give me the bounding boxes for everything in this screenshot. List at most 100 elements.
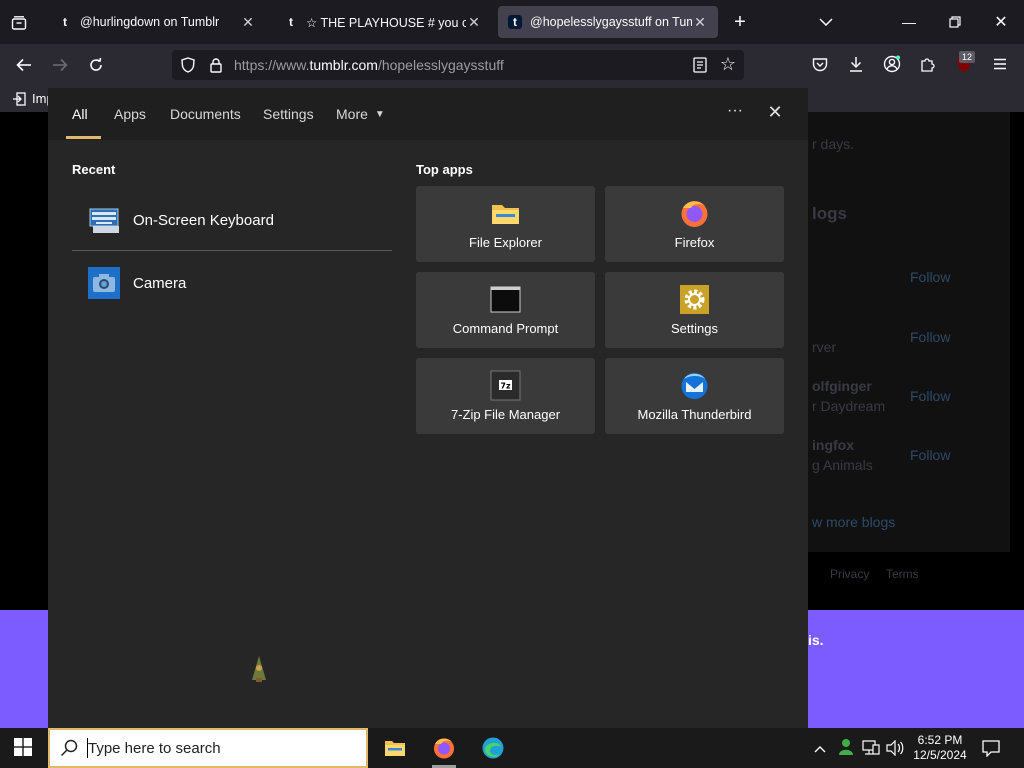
app-tile-thunderbird[interactable]: Mozilla Thunderbird bbox=[605, 358, 784, 434]
app-tile-label: Mozilla Thunderbird bbox=[637, 407, 752, 422]
close-tab-icon[interactable]: ✕ bbox=[240, 14, 256, 31]
camera-icon bbox=[88, 267, 120, 299]
browser-tab-active[interactable]: t @hopelesslygaysstuff on Tumbl ✕ bbox=[498, 6, 718, 38]
extension-badge: 12 bbox=[959, 51, 976, 63]
folder-icon bbox=[492, 205, 519, 224]
reader-view-icon[interactable] bbox=[690, 55, 710, 75]
back-icon[interactable] bbox=[12, 53, 36, 77]
new-tab-icon[interactable]: + bbox=[728, 10, 752, 34]
recent-item-label: Camera bbox=[133, 274, 187, 292]
thunderbird-icon bbox=[681, 373, 708, 399]
divider bbox=[72, 250, 392, 251]
app-tile-settings[interactable]: Settings bbox=[605, 272, 784, 348]
page-text-fragment: r Daydream bbox=[812, 398, 886, 414]
notifications-icon[interactable] bbox=[982, 739, 1000, 760]
downloads-icon[interactable] bbox=[846, 54, 866, 74]
browser-tab[interactable]: t @hurlingdown on Tumblr ✕ bbox=[48, 6, 266, 38]
gear-icon bbox=[680, 285, 709, 314]
lock-icon[interactable] bbox=[206, 55, 226, 75]
app-tile-label: File Explorer bbox=[469, 235, 542, 250]
tab-title: @hurlingdown on Tumblr bbox=[80, 15, 220, 29]
page-follow-link[interactable]: Follow bbox=[910, 269, 950, 285]
clock-date: 12/5/2024 bbox=[913, 748, 967, 762]
tab-overview-icon[interactable] bbox=[8, 12, 30, 34]
bookmark-star-icon[interactable]: ☆ bbox=[718, 54, 738, 74]
page-footer-link[interactable]: Privacy bbox=[830, 567, 869, 581]
taskbar-edge-icon[interactable] bbox=[481, 736, 505, 765]
page-text-fragment: olfginger bbox=[812, 378, 872, 394]
more-options-icon[interactable]: ··· bbox=[724, 102, 746, 120]
recent-item-camera[interactable]: Camera bbox=[72, 259, 392, 307]
page-follow-link[interactable]: Follow bbox=[910, 388, 950, 404]
top-apps-heading: Top apps bbox=[416, 162, 473, 177]
tab-more[interactable]: More ▼ bbox=[336, 106, 385, 122]
chevron-up-icon[interactable] bbox=[814, 740, 826, 756]
search-menu-tabbar bbox=[48, 88, 808, 140]
tumblr-favicon-icon: t bbox=[289, 15, 293, 29]
page-follow-link[interactable]: Follow bbox=[910, 329, 950, 345]
page-text-fragment: logs bbox=[812, 204, 847, 223]
volume-icon[interactable] bbox=[886, 739, 904, 759]
page-text-fragment: ingfox bbox=[812, 437, 854, 453]
app-tile-file-explorer[interactable]: File Explorer bbox=[416, 186, 595, 262]
tracking-shield-icon[interactable] bbox=[178, 55, 198, 75]
page-sidebar-panel bbox=[780, 112, 1010, 552]
page-show-more-link[interactable]: w more blogs bbox=[812, 514, 895, 530]
terminal-icon bbox=[490, 286, 521, 313]
taskbar-firefox-icon[interactable] bbox=[432, 736, 456, 765]
banner-text-fragment: is. bbox=[808, 632, 824, 648]
close-tab-icon[interactable]: ✕ bbox=[466, 14, 482, 31]
tumblr-favicon-icon: t bbox=[508, 15, 522, 29]
page-text-fragment: g Animals bbox=[812, 457, 873, 473]
firefox-icon bbox=[681, 201, 708, 227]
tab-all[interactable]: All bbox=[72, 106, 88, 122]
tumblr-favicon-icon: t bbox=[63, 15, 67, 29]
page-footer-link[interactable]: Terms bbox=[886, 567, 919, 581]
pocket-icon[interactable] bbox=[810, 54, 830, 74]
svg-text:7z: 7z bbox=[500, 382, 511, 391]
clock-time: 6:52 PM bbox=[917, 733, 963, 747]
tab-documents[interactable]: Documents bbox=[170, 106, 241, 122]
restore-icon[interactable] bbox=[944, 10, 966, 34]
search-icon bbox=[60, 739, 78, 757]
tab-title: @hopelesslygaysstuff on Tumbl bbox=[530, 15, 692, 29]
reload-icon[interactable] bbox=[84, 53, 108, 77]
close-window-icon[interactable]: ✕ bbox=[990, 10, 1012, 34]
page-text-fragment: r days. bbox=[812, 136, 855, 152]
browser-tab[interactable]: t ☆ THE PLAYHOUSE # you can f ✕ bbox=[274, 6, 492, 38]
windows-start-icon[interactable] bbox=[14, 738, 32, 761]
network-icon[interactable] bbox=[862, 740, 880, 759]
import-icon bbox=[13, 91, 26, 106]
taskbar-search-box[interactable]: Type here to search bbox=[48, 728, 368, 768]
search-input[interactable]: Type here to search bbox=[88, 740, 221, 757]
app-tile-command-prompt[interactable]: Command Prompt bbox=[416, 272, 595, 348]
app-tile-7-zip[interactable]: 7z 7-Zip File Manager bbox=[416, 358, 595, 434]
page-follow-link[interactable]: Follow bbox=[910, 447, 950, 463]
recent-item-on-screen-keyboard[interactable]: On-Screen Keyboard bbox=[72, 196, 392, 244]
tab-settings[interactable]: Settings bbox=[263, 106, 314, 122]
tab-more-label: More bbox=[336, 106, 368, 122]
address-bar[interactable]: https://www.tumblr.com/hopelesslygaysstu… bbox=[172, 50, 744, 80]
tab-apps[interactable]: Apps bbox=[114, 106, 146, 122]
page-text-fragment: rver bbox=[812, 339, 837, 355]
selected-tab-indicator bbox=[66, 136, 101, 139]
close-icon[interactable]: ✕ bbox=[764, 102, 786, 123]
taskbar-file-explorer-icon[interactable] bbox=[384, 738, 406, 763]
user-status-icon[interactable] bbox=[838, 738, 854, 759]
extensions-icon[interactable] bbox=[918, 54, 938, 74]
account-icon[interactable] bbox=[882, 54, 902, 74]
app-tile-firefox[interactable]: Firefox bbox=[605, 186, 784, 262]
recent-item-label: On-Screen Keyboard bbox=[133, 211, 274, 229]
close-tab-icon[interactable]: ✕ bbox=[692, 14, 708, 31]
app-tile-label: Firefox bbox=[674, 235, 715, 250]
minimize-icon[interactable]: — bbox=[898, 10, 920, 34]
keyboard-icon bbox=[89, 208, 119, 233]
clock[interactable]: 6:52 PM 12/5/2024 bbox=[910, 733, 970, 763]
glitter-sprite-icon bbox=[252, 656, 266, 682]
app-tile-label: Command Prompt bbox=[452, 321, 559, 336]
chevron-down-icon: ▼ bbox=[374, 108, 385, 120]
menu-icon[interactable] bbox=[990, 54, 1010, 74]
url-text[interactable]: https://www.tumblr.com/hopelesslygaysstu… bbox=[234, 57, 504, 73]
list-tabs-icon[interactable] bbox=[814, 10, 838, 34]
forward-icon[interactable] bbox=[48, 53, 72, 77]
